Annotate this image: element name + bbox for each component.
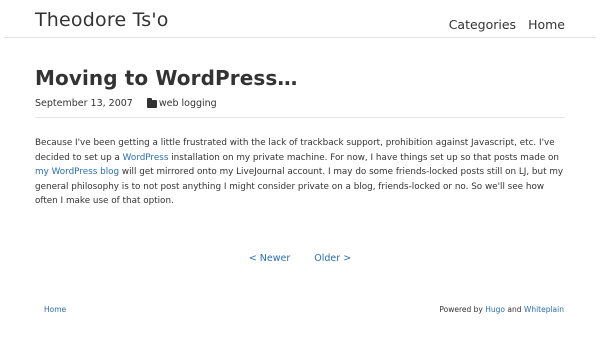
post-body: Because I've been getting a little frust… — [35, 136, 565, 209]
nav-categories[interactable]: Categories — [449, 17, 516, 32]
powered-prefix: Powered by — [439, 305, 486, 314]
footer-home-link[interactable]: Home — [44, 305, 66, 314]
header-divider — [4, 37, 596, 38]
post-title: Moving to WordPress… — [35, 66, 298, 90]
newer-link[interactable]: < Newer — [249, 253, 290, 264]
wordpress-link[interactable]: WordPress — [123, 153, 169, 163]
meta-divider — [35, 117, 565, 118]
post-meta: September 13, 2007 web logging — [35, 97, 217, 109]
whiteplain-link[interactable]: Whiteplain — [524, 305, 564, 314]
post-date: September 13, 2007 — [35, 98, 133, 109]
older-link[interactable]: Older > — [314, 253, 351, 264]
nav-home[interactable]: Home — [528, 17, 565, 32]
body-text-2: installation on my private machine. For … — [168, 152, 559, 163]
hugo-link[interactable]: Hugo — [485, 305, 505, 314]
main-nav: Categories Home — [449, 17, 565, 32]
folder-icon — [146, 97, 157, 108]
footer-powered-by: Powered by Hugo and Whiteplain — [439, 305, 564, 314]
powered-and: and — [505, 305, 524, 314]
site-header: Theodore Ts'o Categories Home — [0, 0, 600, 38]
post-category-link[interactable]: web logging — [159, 98, 217, 109]
site-title-link[interactable]: Theodore Ts'o — [35, 9, 169, 31]
my-wordpress-blog-link[interactable]: my WordPress blog — [35, 167, 119, 177]
post-pager: < Newer Older > — [0, 253, 600, 264]
